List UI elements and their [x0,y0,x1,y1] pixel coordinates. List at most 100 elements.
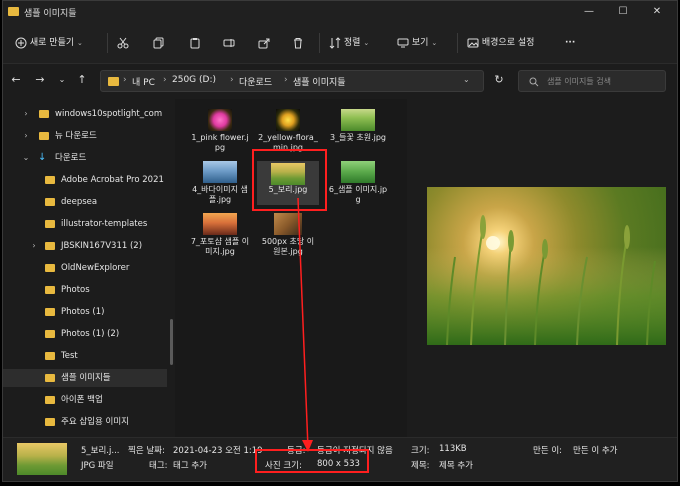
folder-icon [45,396,55,404]
sidebar-item[interactable]: Test [3,347,167,365]
rename-button[interactable] [223,35,235,51]
sidebar-item[interactable]: Photos (1) (2) [3,325,167,343]
rename-icon [223,38,235,47]
folder-icon [8,7,19,16]
date-taken-label: 찍은 날짜: [128,446,165,456]
share-button[interactable] [258,35,270,51]
window-title: 샘플 이미지들 [24,9,77,19]
sidebar-item[interactable]: › windows10spotlight_com [3,105,167,123]
preview-pane [407,99,677,437]
view-button[interactable]: 보기 ⌄ [397,35,437,51]
recent-chevron-icon[interactable]: ⌄ [55,73,69,87]
up-arrow-icon[interactable]: ↑ [75,73,89,87]
trash-icon [294,37,302,48]
sidebar-item[interactable]: › JBSKIN167V311 (2) [3,237,167,255]
file-name: 3_들꽃 초원.jpg [330,133,386,142]
breadcrumb-item[interactable]: 내 PC [132,75,155,88]
minimize-button[interactable]: — [575,3,603,21]
file-name: 1_pink flower.jpg [191,133,249,152]
folder-icon [45,418,55,426]
image-thumbnail [341,109,375,131]
sidebar-item[interactable]: deepsea [3,193,167,211]
file-name: 500px 초당 이 원본.jpg [261,237,315,256]
maximize-button[interactable]: ☐ [609,3,637,21]
folder-icon [45,264,55,272]
sidebar-item[interactable]: OldNewExplorer [3,259,167,277]
highlight-box-selected-file [252,149,327,211]
details-file-type: JPG 파일 [81,461,114,471]
download-icon: ↓ [38,152,47,163]
chevron-right-icon[interactable]: › [21,127,31,145]
tags-label: 태그: [149,461,168,471]
delete-button[interactable] [292,35,304,51]
search-box[interactable]: 샘플 이미지들 검색 [518,70,666,92]
new-button-label: 새로 만들기 [29,38,75,48]
sidebar-item[interactable]: illustrator-templates [3,215,167,233]
sidebar-item[interactable]: 아이폰 백업 [3,391,167,409]
forward-arrow-icon[interactable]: → [33,73,47,87]
close-button[interactable]: ✕ [643,3,671,21]
image-thumbnail [276,109,300,131]
view-button-label: 보기 [411,38,429,48]
sort-button[interactable]: 정렬 ⌄ [329,35,369,51]
folder-icon [45,220,55,228]
navigation-bar: ← → ⌄ ↑ › 내 PC › 250G (D:) › 다운로드 › 샘플 이… [3,64,677,98]
folder-icon [45,374,55,382]
navigation-pane: › windows10spotlight_com › 뉴 다운로드 ⌄ ↓ 다운로드 A… [3,99,173,437]
chevron-down-icon[interactable]: ⌄ [463,75,470,84]
chevron-right-icon[interactable]: › [29,237,39,255]
sidebar-item[interactable]: Photos (1) [3,303,167,321]
tags-value[interactable]: 태그 추가 [173,459,207,471]
view-icon [397,38,409,47]
cut-button[interactable] [117,35,129,51]
image-thumbnail [208,109,232,131]
breadcrumb-item[interactable]: 샘플 이미지들 [293,75,346,88]
image-thumbnail [274,213,302,235]
image-thumbnail [203,161,237,183]
title-label: 제목: [411,461,430,471]
title-bar: 샘플 이미지들 — ☐ ✕ [3,1,677,23]
folder-icon [39,132,49,140]
author-value[interactable]: 만든 이 추가 [573,444,618,456]
sidebar-item[interactable]: Adobe Acrobat Pro 2021 [3,171,167,189]
details-thumbnail [17,443,67,475]
sidebar-item-downloads[interactable]: ⌄ ↓ 다운로드 [3,149,167,167]
sidebar-item[interactable]: › 뉴 다운로드 [3,127,167,145]
folder-icon [39,110,49,118]
size-value: 113KB [439,444,467,454]
breadcrumb-item[interactable]: 다운로드 [239,75,272,88]
more-options-button[interactable]: ··· [565,35,575,51]
folder-icon [45,308,55,316]
folder-icon [45,176,55,184]
copy-button[interactable] [153,35,165,51]
image-thumbnail [203,213,237,235]
set-background-label: 배경으로 설정 [481,38,535,48]
refresh-icon[interactable]: ↻ [492,73,506,87]
file-explorer-window: 샘플 이미지들 — ☐ ✕ 새로 만들기 ⌄ 정렬 ⌄ 보기 ⌄ 배경으로 설정… [2,0,678,482]
clipboard-icon [190,37,200,48]
breadcrumb-item[interactable]: 250G (D:) [172,75,216,85]
breadcrumb-separator: › [163,75,167,85]
highlight-box-dimensions [255,449,369,473]
chevron-down-icon[interactable]: ⌄ [21,149,31,167]
preview-image [427,187,666,345]
size-label: 크기: [411,446,430,456]
scissors-icon [117,37,129,48]
details-file-name: 5_보리.j... [81,446,120,456]
address-bar[interactable]: › 내 PC › 250G (D:) › 다운로드 › 샘플 이미지들 ⌄ [100,70,484,92]
chevron-right-icon[interactable]: › [21,105,31,123]
date-taken-value[interactable]: 2021-04-23 오전 1:19 [173,444,263,456]
sidebar-item[interactable]: Photos [3,281,167,299]
breadcrumb-separator: › [123,75,127,85]
new-button[interactable]: 새로 만들기 ⌄ [15,35,83,51]
title-value[interactable]: 제목 추가 [439,459,473,471]
folder-icon [108,77,119,86]
sidebar-item-selected[interactable]: 샘플 이미지들 [3,369,167,387]
sidebar-item[interactable]: 주요 삽입용 이미지 [3,413,167,431]
set-background-button[interactable]: 배경으로 설정 [467,35,534,51]
image-thumbnail [341,161,375,183]
breadcrumb-separator: › [284,75,288,85]
sidebar-scrollbar[interactable] [170,319,173,365]
back-arrow-icon[interactable]: ← [9,73,23,87]
paste-button[interactable] [189,35,201,51]
